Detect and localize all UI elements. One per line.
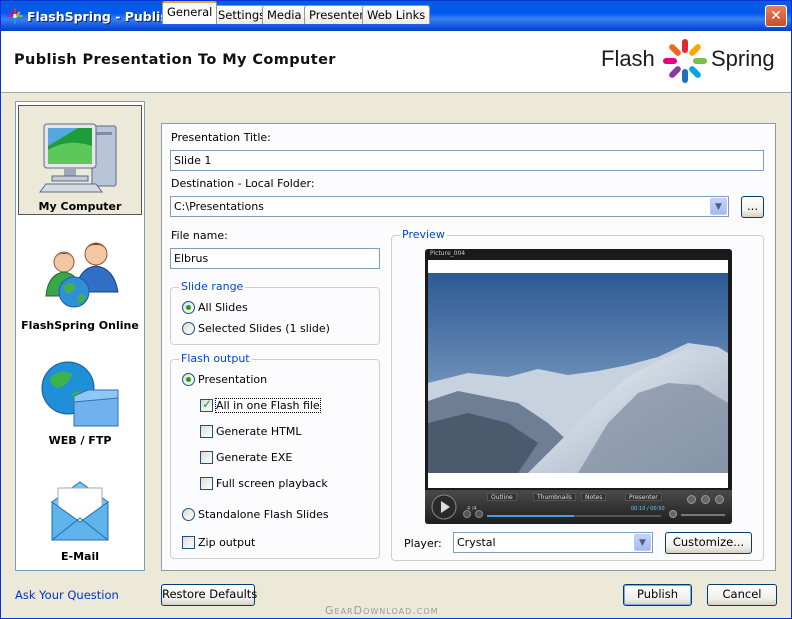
ctrl-tab-outline[interactable]: Outline	[487, 493, 517, 501]
standalone-label[interactable]: Standalone Flash Slides	[198, 508, 329, 521]
presentation-radio[interactable]	[182, 373, 195, 386]
restore-defaults-button[interactable]: Restore Defaults	[161, 584, 257, 606]
generate-exe-checkbox[interactable]	[200, 451, 213, 464]
zip-output-label[interactable]: Zip output	[198, 536, 255, 549]
ctrl-tab-thumbnails[interactable]: Thumbnails	[533, 493, 576, 501]
presentation-title-input[interactable]: Slide 1	[170, 150, 764, 171]
generate-html-label[interactable]: Generate HTML	[216, 425, 301, 438]
tab-presenter[interactable]: Presenter	[304, 5, 369, 24]
page-title: Publish Presentation To My Computer	[14, 52, 336, 68]
computer-icon	[39, 123, 117, 193]
destination-combo[interactable]: C:\Presentations ▼	[170, 196, 729, 217]
selected-slides-label[interactable]: Selected Slides (1 slide)	[198, 322, 330, 335]
file-name-label: File name:	[171, 229, 228, 242]
player-caption: Picture_004	[430, 250, 466, 257]
player-select[interactable]: Crystal ▼	[453, 532, 653, 553]
sidebar-item-label: WEB / FTP	[48, 434, 112, 447]
sidebar-item-flashspring-online[interactable]: FlashSpring Online	[18, 224, 142, 334]
menu-icon[interactable]	[715, 495, 724, 504]
prev-icon[interactable]	[463, 510, 471, 518]
publish-dialog: FlashSpring - Publish To Flash ✕ Publish…	[0, 0, 792, 619]
tab-web-links[interactable]: Web Links	[362, 5, 431, 24]
publish-button[interactable]: Publish	[623, 584, 692, 606]
browse-button[interactable]: ...	[741, 196, 764, 218]
chevron-down-icon[interactable]: ▼	[710, 198, 727, 215]
presentation-title-label: Presentation Title:	[171, 131, 271, 144]
ask-question-link[interactable]: Ask Your Question	[15, 588, 119, 602]
close-button[interactable]: ✕	[765, 5, 787, 27]
watermark: GearDownload.com	[325, 604, 439, 617]
globe-folder-icon	[41, 361, 119, 427]
users-globe-icon	[45, 242, 119, 308]
flash-output-title: Flash output	[179, 352, 252, 365]
selected-slides-radio[interactable]	[182, 322, 195, 335]
flash-player-preview: Picture_004 Outline Thumbnails Notes Pre…	[425, 249, 732, 524]
all-in-one-checkbox[interactable]	[200, 397, 213, 412]
mountain-photo	[428, 273, 728, 473]
next-icon[interactable]	[475, 510, 483, 518]
preview-title: Preview	[400, 228, 447, 241]
sidebar-item-email[interactable]: E-Mail	[18, 458, 142, 568]
cancel-button[interactable]: Cancel	[707, 584, 777, 606]
ctrl-tab-notes[interactable]: Notes	[581, 493, 607, 501]
presentation-label[interactable]: Presentation	[198, 373, 267, 386]
logo-spark-icon	[663, 39, 707, 83]
progress-track[interactable]	[487, 515, 661, 517]
flashspring-logo: Flash Spring	[601, 37, 786, 85]
tab-media[interactable]: Media	[262, 5, 307, 24]
file-name-input[interactable]: Elbrus	[170, 248, 380, 269]
logo-text-spring: Spring	[711, 46, 775, 71]
fullscreen-icon[interactable]	[701, 495, 710, 504]
full-screen-checkbox[interactable]	[200, 477, 213, 490]
sidebar-item-my-computer[interactable]: My Computer	[18, 105, 142, 215]
player-controls: Outline Thumbnails Notes Presenter 4 /4 …	[425, 490, 732, 524]
preview-slide	[428, 260, 728, 488]
flashspring-app-icon	[7, 8, 23, 24]
play-icon[interactable]	[430, 493, 458, 521]
header-banner: Publish Presentation To My Computer Flas…	[1, 31, 791, 93]
full-screen-label[interactable]: Full screen playback	[216, 477, 328, 490]
all-slides-radio[interactable]	[182, 301, 195, 314]
zip-output-checkbox[interactable]	[182, 536, 195, 549]
volume-icon[interactable]	[669, 510, 677, 518]
time-right: 00:10 / 00:50	[631, 506, 665, 512]
volume-slider[interactable]	[681, 514, 725, 516]
ctrl-tab-presenter[interactable]: Presenter	[625, 493, 662, 501]
logo-text-flash: Flash	[601, 46, 655, 71]
up-icon[interactable]	[687, 495, 696, 504]
slide-range-group: Slide range	[170, 280, 380, 345]
generate-exe-label[interactable]: Generate EXE	[216, 451, 292, 464]
destination-value: C:\Presentations	[174, 200, 264, 213]
envelope-icon	[51, 481, 109, 541]
slide-range-title: Slide range	[179, 280, 246, 293]
sidebar-item-label: E-Mail	[61, 550, 99, 563]
destination-sidebar: My Computer FlashSpring Online WEB / FTP…	[15, 101, 145, 571]
destination-label: Destination - Local Folder:	[171, 177, 315, 190]
player-value: Crystal	[457, 536, 496, 549]
standalone-radio[interactable]	[182, 508, 195, 521]
generate-html-checkbox[interactable]	[200, 425, 213, 438]
sidebar-item-label: FlashSpring Online	[21, 319, 139, 332]
chevron-down-icon[interactable]: ▼	[634, 534, 651, 551]
progress-fill	[487, 515, 574, 517]
customize-button[interactable]: Customize...	[665, 532, 752, 554]
all-slides-label[interactable]: All Slides	[198, 301, 248, 314]
tab-general[interactable]: General	[162, 1, 218, 24]
player-label: Player:	[404, 537, 442, 550]
sidebar-item-label: My Computer	[38, 200, 122, 213]
sidebar-item-web-ftp[interactable]: WEB / FTP	[18, 342, 142, 452]
all-in-one-label[interactable]: All in one Flash file	[215, 398, 321, 413]
